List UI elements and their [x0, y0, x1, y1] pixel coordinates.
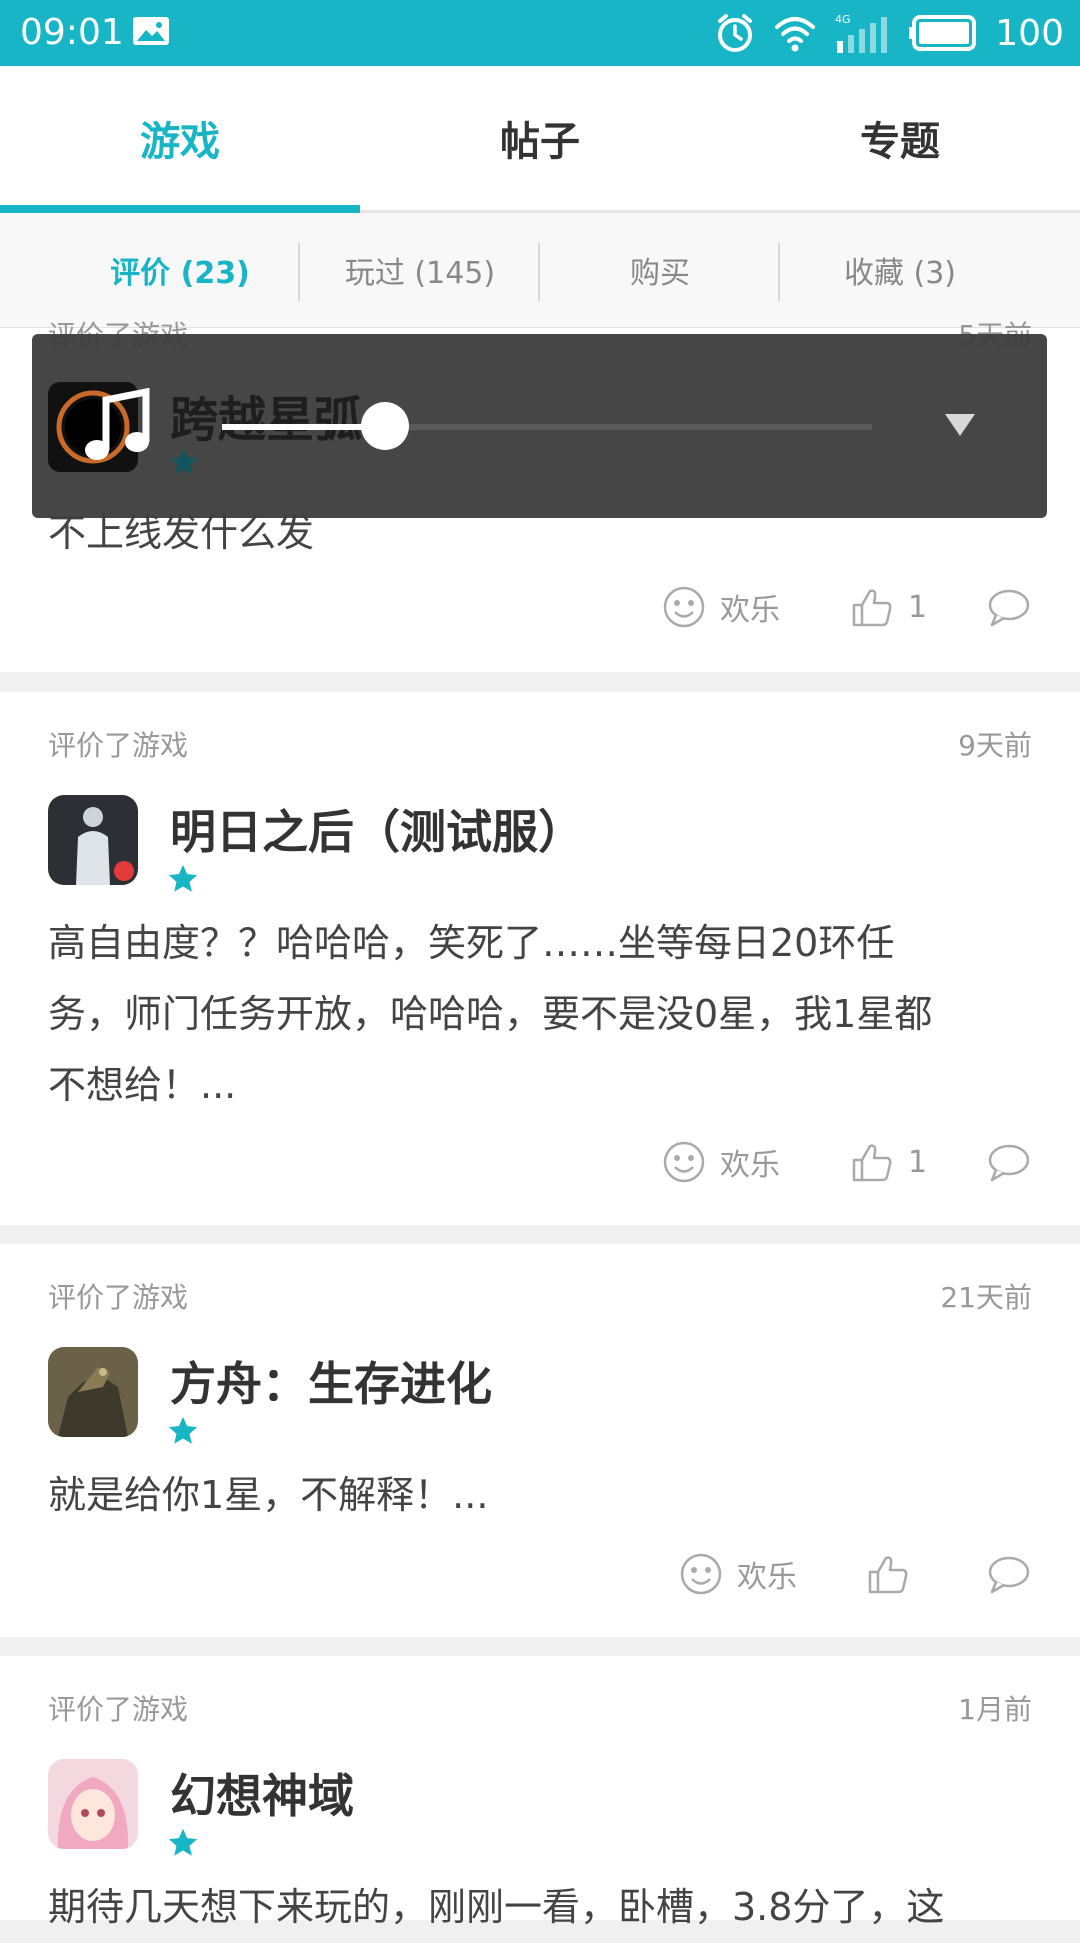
music-note-icon [85, 388, 150, 460]
like-button[interactable] [866, 1552, 910, 1596]
game-name[interactable]: 幻想神域 [170, 1760, 354, 1826]
comment-icon[interactable] [986, 585, 1032, 629]
star-icon [168, 1828, 198, 1856]
overlay-title: 跨越星弧 [170, 392, 363, 448]
tab-posts[interactable]: 帖子 [360, 66, 720, 210]
comment-icon[interactable] [986, 1140, 1032, 1184]
review-kind: 评价了游戏 [48, 1281, 189, 1314]
game-icon-fangzhou[interactable] [48, 1347, 138, 1437]
review-kind: 评价了游戏 [48, 1693, 189, 1726]
reaction-button[interactable]: 欢乐 [679, 1552, 797, 1596]
tab-indicator [0, 205, 360, 213]
reaction-button[interactable]: 欢乐 [662, 1140, 780, 1184]
smiley-icon [663, 1141, 705, 1183]
review-card[interactable]: 评价了游戏 21天前 方舟：生存进化 就是给你1星，不解释！... 欢乐 [0, 1244, 1080, 1637]
image-notification-icon [133, 17, 169, 45]
subtab-reviews[interactable]: 评价 (23) [60, 213, 300, 327]
alarm-icon [718, 14, 753, 52]
like-count: 1 [908, 1144, 928, 1180]
music-player-overlay[interactable]: 跨越星弧 [32, 334, 1047, 518]
subtab-favorites[interactable]: 收藏 (3) [780, 213, 1020, 327]
status-time: 09:01 [20, 12, 124, 53]
tab-games[interactable]: 游戏 [0, 66, 360, 210]
like-count: 1 [908, 589, 928, 625]
game-name[interactable]: 方舟：生存进化 [170, 1348, 492, 1414]
star-icon [170, 448, 198, 474]
reaction-label: 欢乐 [720, 593, 780, 628]
like-button[interactable]: 1 [850, 1140, 927, 1184]
battery-icon [909, 15, 977, 51]
thumbs-up-icon [852, 589, 892, 627]
review-time: 9天前 [958, 729, 1032, 762]
reaction-button[interactable]: 欢乐 [662, 585, 780, 629]
sub-tabs: 评价 (23) 玩过 (145) 购买 收藏 (3) [0, 213, 1080, 328]
review-text: 高自由度？？哈哈哈，笑死了……坐等每日20环任 务，师门任务开放，哈哈哈，要不是… [48, 921, 933, 1107]
star-icon [168, 864, 198, 892]
progress-knob[interactable] [360, 402, 409, 450]
thumbs-up-icon [852, 1144, 892, 1182]
top-tabs: 游戏 帖子 专题 [0, 66, 1080, 213]
battery-level: 100 [995, 12, 1064, 54]
like-button[interactable]: 1 [850, 585, 927, 629]
game-icon-huanxiangshenyu[interactable] [48, 1759, 138, 1849]
svg-text:4G: 4G [835, 13, 851, 26]
reaction-label: 欢乐 [720, 1148, 780, 1183]
game-name[interactable]: 明日之后（测试服） [170, 796, 584, 862]
subtab-played[interactable]: 玩过 (145) [300, 213, 540, 327]
collapse-arrow-icon[interactable] [945, 414, 975, 436]
star-icon [168, 1416, 198, 1444]
reaction-label: 欢乐 [737, 1560, 797, 1595]
status-bar: 09:01 4G 100 [0, 0, 1080, 66]
thumbs-up-icon [868, 1556, 908, 1594]
review-time: 21天前 [940, 1281, 1032, 1314]
wifi-icon [775, 17, 816, 52]
game-icon-mingrizhihou[interactable] [48, 795, 138, 885]
subtab-purchased[interactable]: 购买 [540, 213, 780, 327]
review-text: 期待几天想下来玩的，刚刚一看，卧槽，3.8分了，这 [48, 1885, 945, 1929]
review-kind: 评价了游戏 [48, 729, 189, 762]
cellular-signal-icon: 4G [835, 13, 888, 53]
review-card[interactable]: 评价了游戏 9天前 明日之后（测试服） 高自由度？？哈哈哈，笑死了……坐等每日2… [0, 692, 1080, 1225]
tab-topics[interactable]: 专题 [720, 66, 1080, 210]
comment-icon[interactable] [986, 1552, 1032, 1596]
smiley-icon [680, 1553, 722, 1595]
smiley-icon [663, 586, 705, 628]
review-time: 1月前 [958, 1693, 1032, 1726]
review-card[interactable]: 评价了游戏 1月前 幻想神域 期待几天想下来玩的，刚刚一看，卧槽，3.8分了，这 [0, 1656, 1080, 1929]
review-text: 就是给你1星，不解释！... [48, 1473, 489, 1517]
